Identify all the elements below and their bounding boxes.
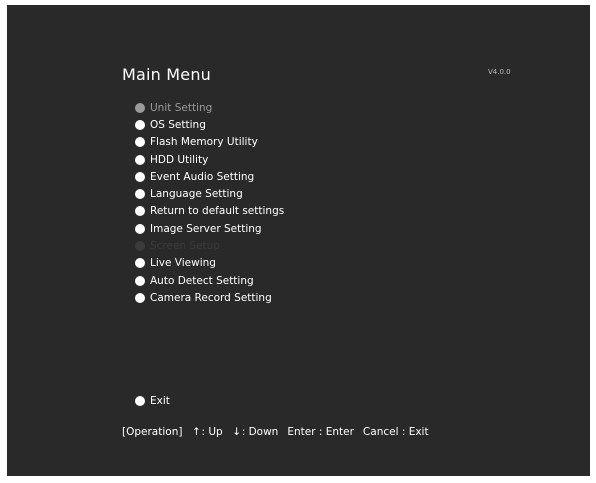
page-title: Main Menu	[122, 65, 212, 84]
menu-item-label: Flash Memory Utility	[150, 136, 258, 149]
menu-item-label: Image Server Setting	[150, 222, 262, 235]
bullet-icon	[135, 102, 145, 113]
menu-item-os-setting[interactable]: OS Setting	[135, 116, 284, 133]
menu-item-language-setting[interactable]: Language Setting	[135, 185, 284, 202]
version-label: V4.0.0	[488, 68, 511, 76]
menu-item-auto-detect-setting[interactable]: Auto Detect Setting	[135, 272, 284, 289]
up-hint: : Up	[201, 426, 223, 438]
exit-label: Exit	[150, 395, 170, 407]
menu-item-hdd-utility[interactable]: HDD Utility	[135, 151, 284, 168]
menu-item-image-server-setting[interactable]: Image Server Setting	[135, 220, 284, 237]
menu-item-label: HDD Utility	[150, 153, 209, 166]
main-menu-list: Unit Setting OS Setting Flash Memory Uti…	[135, 99, 284, 307]
bullet-icon	[135, 292, 145, 303]
menu-item-label: Language Setting	[150, 188, 243, 201]
menu-item-return-to-default[interactable]: Return to default settings	[135, 203, 284, 220]
menu-item-label: Unit Setting	[150, 101, 213, 114]
cancel-hint: Cancel : Exit	[362, 426, 429, 438]
menu-item-flash-memory-utility[interactable]: Flash Memory Utility	[135, 134, 284, 151]
down-arrow-icon: ↓	[232, 426, 242, 438]
bullet-icon	[135, 258, 145, 269]
bullet-icon	[135, 396, 145, 406]
menu-item-label: Event Audio Setting	[150, 170, 255, 183]
bullet-icon	[135, 171, 145, 182]
bullet-icon	[135, 241, 145, 252]
menu-item-screen-setup: Screen Setup	[135, 237, 284, 254]
main-menu-screen: Main Menu V4.0.0 Unit Setting OS Setting…	[7, 5, 590, 476]
menu-item-label: OS Setting	[150, 118, 206, 131]
down-hint: : Down	[241, 426, 279, 438]
menu-item-label: Screen Setup	[150, 240, 220, 253]
menu-item-label: Return to default settings	[150, 205, 285, 218]
bullet-icon	[135, 154, 145, 165]
menu-item-live-viewing[interactable]: Live Viewing	[135, 255, 284, 272]
operation-label: [Operation]	[122, 426, 183, 438]
bullet-icon	[135, 119, 145, 130]
bullet-icon	[135, 137, 145, 148]
menu-item-label: Live Viewing	[150, 257, 216, 270]
bullet-icon	[135, 275, 145, 286]
menu-item-camera-record-setting[interactable]: Camera Record Setting	[135, 289, 284, 306]
exit-button[interactable]: Exit	[135, 394, 170, 408]
enter-hint: Enter : Enter	[287, 426, 354, 438]
menu-item-unit-setting[interactable]: Unit Setting	[135, 99, 284, 116]
operation-help-bar: [Operation] ↑ : Up ↓ : Down Enter : Ente…	[122, 425, 429, 439]
bullet-icon	[135, 223, 145, 234]
bullet-icon	[135, 206, 145, 217]
menu-item-label: Auto Detect Setting	[150, 274, 254, 287]
menu-item-event-audio-setting[interactable]: Event Audio Setting	[135, 168, 284, 185]
menu-item-label: Camera Record Setting	[150, 291, 272, 304]
bullet-icon	[135, 189, 145, 200]
up-arrow-icon: ↑	[192, 426, 201, 438]
